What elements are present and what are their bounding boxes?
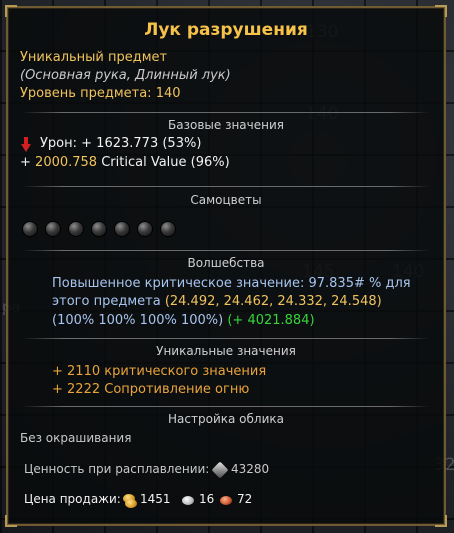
- section-divider: [22, 338, 430, 339]
- item-rarity: Уникальный предмет: [20, 50, 168, 65]
- gems-header: Самоцветы: [190, 193, 262, 207]
- copper-coin-icon: [220, 496, 232, 505]
- item-level-row: Уровень предмета: 140: [20, 86, 181, 101]
- crystal-shard-icon: [211, 461, 229, 479]
- enchant-roll-values: (24.492, 24.462, 24.332, 24.548): [164, 294, 382, 309]
- unique-values-header: Уникальные значения: [156, 344, 296, 358]
- unique-value-line-1: + 2110 критического значения: [52, 364, 267, 379]
- empty-socket-icon: [114, 221, 130, 237]
- enchant-line-1: Повышенное критическое значение: 97.835#…: [52, 276, 411, 291]
- base-values-header: Базовые значения: [168, 118, 284, 132]
- section-divider: [22, 112, 430, 113]
- crit-value: 2000.758: [35, 155, 98, 170]
- appearance-value: Без окрашивания: [20, 431, 132, 445]
- empty-socket-icon: [45, 221, 61, 237]
- item-tooltip: Лук разрушения Уникальный предмет (Основ…: [5, 5, 447, 527]
- sell-price-silver: 16: [199, 492, 215, 506]
- stat-decrease-arrow-icon: [21, 137, 31, 152]
- empty-socket-icon: [68, 221, 84, 237]
- sell-price-copper: 72: [237, 492, 253, 506]
- crit-row: + 2000.758 Critical Value (96%): [20, 155, 230, 170]
- enchant-roll-percents: (100% 100% 100% 100%): [52, 313, 224, 328]
- smelt-value-label: Ценность при расплавлении:: [24, 462, 210, 476]
- enchant-line-2: этого предмета (24.492, 24.462, 24.332, …: [52, 294, 382, 309]
- enchant-line-3: (100% 100% 100% 100%) (+ 4021.884): [52, 313, 315, 328]
- enchant-bonus-value: (+ 4021.884): [227, 313, 315, 328]
- empty-socket-icon: [137, 221, 153, 237]
- frame-corner: [5, 515, 17, 527]
- crit-label: Critical Value: [101, 155, 187, 170]
- empty-socket-icon: [91, 221, 107, 237]
- appearance-header: Настройка облика: [168, 412, 284, 426]
- unique-value-line-2: + 2222 Сопротивление огню: [52, 382, 250, 397]
- enchant-line-2-label: этого предмета: [52, 294, 161, 309]
- sell-price-label: Цена продажи:: [24, 492, 121, 506]
- section-divider: [22, 186, 430, 187]
- damage-value: + 1623.773: [81, 136, 159, 151]
- damage-row: Урон: + 1623.773 (53%): [40, 136, 201, 151]
- crit-percent: (96%): [190, 155, 230, 170]
- item-type: (Основная рука, Длинный лук): [20, 68, 231, 83]
- silver-coin-icon: [182, 496, 194, 505]
- frame-corner: [5, 5, 17, 17]
- damage-label: Урон:: [40, 136, 78, 151]
- frame-corner: [435, 515, 447, 527]
- damage-percent: (53%): [162, 136, 202, 151]
- frame-corner: [435, 5, 447, 17]
- section-divider: [22, 250, 430, 251]
- crit-prefix: +: [20, 155, 31, 170]
- item-title: Лук разрушения: [144, 20, 308, 40]
- empty-socket-icon: [160, 221, 176, 237]
- item-level-value: 140: [155, 86, 181, 101]
- item-level-label: Уровень предмета:: [20, 86, 152, 101]
- smelt-value: 43280: [231, 462, 270, 476]
- gold-coin-icon: [125, 499, 137, 508]
- sell-price-gold: 1451: [140, 492, 171, 506]
- enchant-header: Волшебства: [187, 256, 265, 270]
- empty-socket-icon: [22, 221, 38, 237]
- section-divider: [22, 406, 430, 407]
